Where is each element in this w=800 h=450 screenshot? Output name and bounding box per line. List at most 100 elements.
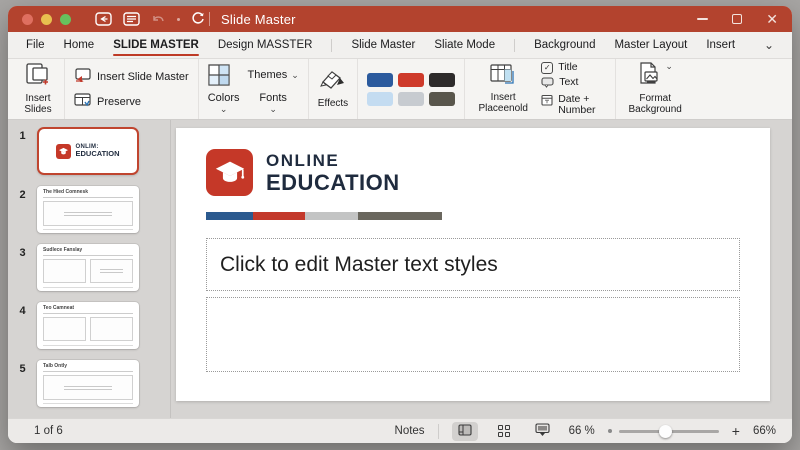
- slide-master-canvas[interactable]: ONLINE EDUCATION Click to edit Master te…: [176, 128, 770, 401]
- notes-toggle[interactable]: Notes: [395, 425, 425, 437]
- minimize-traffic-light[interactable]: [41, 13, 52, 25]
- preserve-button[interactable]: Preserve: [74, 93, 189, 110]
- tab-file[interactable]: File: [26, 33, 45, 58]
- text-placeholder-row[interactable]: Text: [541, 76, 606, 91]
- slide-canvas-area: ONLINE EDUCATION Click to edit Master te…: [171, 120, 792, 418]
- tab-slide-master[interactable]: Slide Master: [351, 33, 415, 58]
- zoom-slider-thumb[interactable]: [658, 424, 672, 438]
- tab-insert[interactable]: Insert: [706, 33, 735, 58]
- slide-sorter-view-button[interactable]: [491, 422, 517, 441]
- thumbnail-row-3: 3 Sudlece Fanslay: [8, 244, 170, 291]
- close-traffic-light[interactable]: [22, 13, 33, 25]
- window-title: Slide Master: [221, 11, 296, 27]
- normal-view-button[interactable]: [451, 421, 478, 441]
- slide-thumbnail-1-selected[interactable]: ONLIM: EDUCATION: [37, 127, 139, 175]
- ribbon-collapse-chevron-icon[interactable]: ⌄: [764, 38, 774, 52]
- tab-divider: [514, 38, 516, 52]
- zoom-slider-track[interactable]: [618, 424, 719, 438]
- thumbnail-row-5: 5 Talb Ontly: [8, 360, 170, 407]
- themes-button[interactable]: Themes ⌄: [248, 69, 299, 81]
- slide-sorter-icon: [497, 425, 510, 437]
- color-swatch-black[interactable]: [429, 72, 456, 87]
- slide-thumbnail-3[interactable]: Sudlece Fanslay: [37, 244, 139, 291]
- format-background-button[interactable]: ⌄ Format Background: [625, 62, 685, 116]
- color-bar-segment-olive: [358, 212, 442, 220]
- color-swatch-olive[interactable]: [429, 91, 456, 106]
- close-icon[interactable]: ✕: [766, 12, 778, 26]
- slide-number: 3: [19, 247, 26, 259]
- tab-design-master[interactable]: Design MASSTER: [218, 33, 313, 58]
- undo-menu-dot-icon[interactable]: [177, 17, 180, 21]
- undo-icon[interactable]: [151, 13, 166, 26]
- effects-label: Effects: [317, 97, 349, 109]
- zoom-in-button[interactable]: +: [732, 423, 740, 439]
- zoom-slider[interactable]: [607, 424, 719, 438]
- zoom-out-dot-icon[interactable]: [607, 429, 612, 433]
- tab-master-layout[interactable]: Master Layout: [614, 33, 687, 58]
- date-calendar-icon: [541, 94, 553, 109]
- empty-body-placeholder[interactable]: [206, 297, 740, 372]
- chevron-down-icon: ⌄: [269, 104, 277, 114]
- date-number-row[interactable]: Date + Number: [541, 92, 606, 116]
- slide-thumbnail-panel: 1 ONLIM: EDUCATION 2 The Hied Comnesk 3 …: [8, 120, 171, 418]
- slide-thumbnail-2[interactable]: The Hied Comnesk: [37, 186, 139, 233]
- titlebar-divider: [209, 12, 210, 26]
- ribbon-group-master-layout: Insert Placeenold ✓ Title Text Date + Nu…: [465, 59, 617, 119]
- slide-logo-line2: EDUCATION: [266, 169, 400, 195]
- color-swatch-lightblue[interactable]: [367, 91, 394, 106]
- color-bar-segment-blue: [206, 212, 253, 220]
- thumbnail-title: Talb Ontly: [43, 364, 133, 372]
- slide-thumbnail-5[interactable]: Talb Ontly: [37, 360, 139, 407]
- master-text-placeholder[interactable]: Click to edit Master text styles: [206, 238, 740, 291]
- colors-button[interactable]: Colors ⌄: [208, 92, 240, 114]
- tab-home[interactable]: Home: [64, 33, 95, 58]
- collapse-ribbon-icon[interactable]: [95, 12, 112, 26]
- ribbon-group-background: ⌄ Format Background: [616, 59, 694, 119]
- maximize-icon[interactable]: [732, 14, 743, 24]
- minimize-icon[interactable]: [697, 18, 709, 20]
- ribbon-group-insert-slides: Insert Slides: [12, 59, 65, 119]
- text-placeholder-icon: [541, 77, 554, 91]
- date-number-label: Date + Number: [558, 92, 596, 116]
- insert-placeholder-label: Insert Placeenold: [478, 91, 528, 115]
- thumbnail-row-4: 4 Teo Camneat: [8, 302, 170, 349]
- effects-button[interactable]: Effects: [318, 69, 348, 109]
- color-swatch-blue[interactable]: [367, 72, 394, 87]
- graduation-cap-icon: [206, 149, 253, 196]
- slide-number: 5: [19, 363, 26, 375]
- zoom-value: 66%: [752, 425, 776, 437]
- insert-slides-button[interactable]: Insert Slides: [21, 62, 55, 116]
- redo-icon[interactable]: [191, 12, 205, 26]
- slide-counter: 1 of 6: [34, 425, 63, 437]
- tab-slide-master-active[interactable]: SLIDE MASTER: [113, 33, 199, 58]
- normal-view-icon: [458, 423, 472, 439]
- title-check-label: Title: [558, 60, 578, 73]
- view-list-icon[interactable]: [123, 12, 140, 26]
- insert-slide-master-button[interactable]: Insert Slide Master: [74, 68, 189, 85]
- insert-placeholder-button[interactable]: Insert Placeenold: [474, 63, 532, 115]
- chevron-down-icon: ⌄: [665, 61, 673, 72]
- traffic-lights: [22, 13, 71, 25]
- slide-thumbnail-4[interactable]: Teo Camneat: [37, 302, 139, 349]
- insert-slides-label: Insert Slides: [24, 92, 52, 116]
- color-swatch-gray[interactable]: [398, 91, 425, 106]
- tab-slide-mode[interactable]: Sliate Mode: [434, 33, 495, 58]
- thumbnail-row-1: 1 ONLIM: EDUCATION: [8, 127, 170, 175]
- fonts-button[interactable]: Fonts ⌄: [248, 92, 299, 114]
- themes-icon: [208, 64, 240, 86]
- ribbon-group-effects: Effects: [309, 59, 359, 119]
- thumbnail-title: The Hied Comnesk: [43, 190, 133, 198]
- ribbon-tab-bar: File Home SLIDE MASTER Design MASSTER Sl…: [8, 32, 792, 59]
- chevron-down-icon: ⌄: [291, 69, 299, 80]
- format-background-icon: [637, 62, 661, 90]
- title-checkbox-row[interactable]: ✓ Title: [541, 60, 606, 74]
- fullscreen-traffic-light[interactable]: [60, 13, 71, 25]
- thumbnail-row-2: 2 The Hied Comnesk: [8, 186, 170, 233]
- format-background-label: Format Background: [628, 92, 682, 116]
- slideshow-view-button[interactable]: [530, 422, 556, 441]
- color-swatch-red[interactable]: [398, 72, 425, 87]
- app-window: Slide Master ✕ File Home SLIDE MASTER De…: [8, 6, 792, 443]
- thumbnail-title: Teo Camneat: [43, 306, 133, 314]
- mini-logo-line2: EDUCATION: [75, 149, 120, 159]
- tab-background[interactable]: Background: [534, 33, 595, 58]
